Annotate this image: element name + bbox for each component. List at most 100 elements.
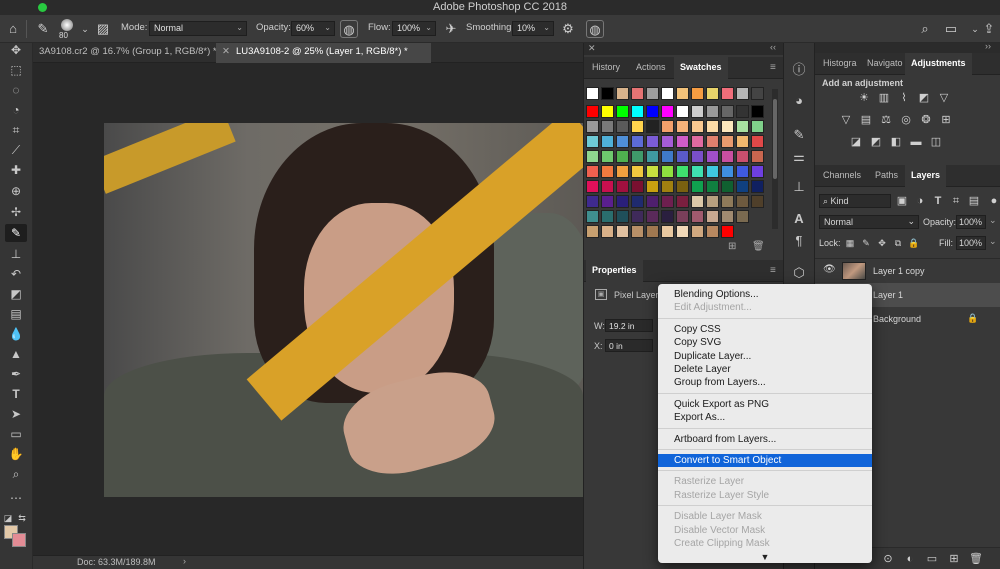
color-swatch[interactable] [736,150,749,163]
color-swatch[interactable] [706,105,719,118]
brush-size-picker[interactable]: 80 [56,17,78,41]
chevron-right-icon[interactable]: › [183,556,186,566]
clone-stamp-tool-icon[interactable]: ⊕ [5,182,27,200]
color-swatch[interactable] [601,135,614,148]
color-swatch[interactable] [646,225,659,238]
triangle-icon[interactable]: ▽ [937,91,951,105]
color-swatch[interactable] [751,120,764,133]
menu-item-copy-css[interactable]: Copy CSS [658,323,872,336]
tab-properties[interactable]: Properties [586,260,643,282]
color-swatch[interactable] [616,195,629,208]
color-swatch[interactable] [661,135,674,148]
blur-tool-icon[interactable]: 💧 [5,325,27,343]
color-swatch[interactable] [721,120,734,133]
color-swatch[interactable] [661,120,674,133]
color-swatch[interactable] [706,87,719,100]
color-swatch[interactable] [721,180,734,193]
color-swatch[interactable] [601,120,614,133]
color-swatch[interactable] [601,225,614,238]
brush-panel-icon[interactable]: ▨ [94,20,112,38]
posterize-icon[interactable]: ◩ [869,135,883,149]
collapse-icon[interactable] [5,31,27,49]
sun-icon[interactable]: ☀ [857,91,871,105]
color-swatch[interactable] [751,105,764,118]
tab-paths[interactable]: Paths [869,165,904,187]
color-swatch[interactable] [586,180,599,193]
dodge-tool-icon[interactable]: ▲ [5,345,27,363]
gradient-map-icon[interactable]: ▬ [909,135,923,149]
flow-field[interactable]: 100% ⌄ [392,21,436,36]
lock-image-icon[interactable]: ✎ [859,236,873,250]
color-swatch[interactable] [646,180,659,193]
color-swatch[interactable] [586,195,599,208]
color-swatch[interactable] [661,195,674,208]
curves-icon[interactable]: ⌇ [897,91,911,105]
close-icon[interactable]: ✕ [222,46,230,57]
color-swatch[interactable] [676,225,689,238]
lookup-icon[interactable]: ⊞ [939,113,953,127]
color-swatch[interactable] [721,105,734,118]
opacity-field[interactable]: 60% ⌄ [291,21,335,36]
color-swatch[interactable] [676,210,689,223]
x-field[interactable]: 0 in [605,339,653,352]
color-swatch[interactable] [706,135,719,148]
eye-icon[interactable]: 👁 [823,264,836,275]
color-swatch[interactable] [616,105,629,118]
crop-tool-icon[interactable]: ⌗ [5,121,27,139]
workspace-icon[interactable]: ▭ [942,20,960,38]
color-swatch[interactable] [676,165,689,178]
mask-icon[interactable]: ◐ [903,552,917,566]
trash-icon[interactable]: 🗑 [969,552,983,566]
color-swatch[interactable] [721,165,734,178]
color-swatch[interactable] [691,150,704,163]
scrollbar-thumb[interactable] [773,99,777,179]
portrait-photo[interactable] [104,123,583,497]
color-swatch[interactable] [586,120,599,133]
color-swatch[interactable] [631,225,644,238]
sliders-icon[interactable]: ⚌ [789,147,809,167]
color-swatch[interactable] [631,135,644,148]
color-swatch[interactable] [586,87,599,100]
color-swatch[interactable] [691,195,704,208]
color-swatch[interactable] [691,120,704,133]
layer-row[interactable]: 👁 Layer 1 copy [815,259,1000,283]
character-icon[interactable]: A [789,209,809,229]
eyedropper-tool-icon[interactable]: ⟋ [5,141,27,159]
fill-field[interactable]: 100% [956,236,986,250]
swatches-scrollbar[interactable] [772,89,778,229]
color-swatch[interactable] [691,135,704,148]
pressure-size-icon[interactable]: ◍ [586,20,604,38]
tab-navigator[interactable]: Navigato [861,53,909,75]
color-swatch[interactable] [616,180,629,193]
color-swatch[interactable] [646,165,659,178]
3d-icon[interactable]: ⬡ [789,263,809,283]
layer-opacity-field[interactable]: 100% [956,215,986,229]
tab-history[interactable]: History [586,57,626,79]
shape-filter-icon[interactable]: ⌗ [949,194,963,208]
color-swatch[interactable] [706,150,719,163]
color-swatch[interactable] [616,135,629,148]
share-icon[interactable]: ⇪ [980,20,998,38]
mode-select[interactable]: Normal ⌄ [149,21,247,36]
color-swatch[interactable] [706,225,719,238]
document-canvas[interactable] [33,63,583,555]
color-swatch[interactable] [631,165,644,178]
zoom-tool-icon[interactable]: ⌕ [5,465,27,483]
color-swatch[interactable] [721,87,734,100]
color-swatch[interactable] [691,165,704,178]
color-swatch[interactable] [601,210,614,223]
menu-item-duplicate-layer[interactable]: Duplicate Layer... [658,350,872,363]
color-swatch[interactable] [646,210,659,223]
type-filter-icon[interactable]: T [931,194,945,208]
color-swatch[interactable] [601,105,614,118]
color-swatch[interactable] [721,210,734,223]
color-swatch[interactable] [601,150,614,163]
history-brush-icon[interactable]: ↶ [5,265,27,283]
color-swatch[interactable] [661,210,674,223]
color-swatch[interactable] [586,210,599,223]
color-swatch[interactable] [631,195,644,208]
color-swatch[interactable] [706,165,719,178]
width-field[interactable]: 19.2 in [605,319,653,332]
color-swatch[interactable] [661,87,674,100]
menu-item-copy-svg[interactable]: Copy SVG [658,336,872,349]
